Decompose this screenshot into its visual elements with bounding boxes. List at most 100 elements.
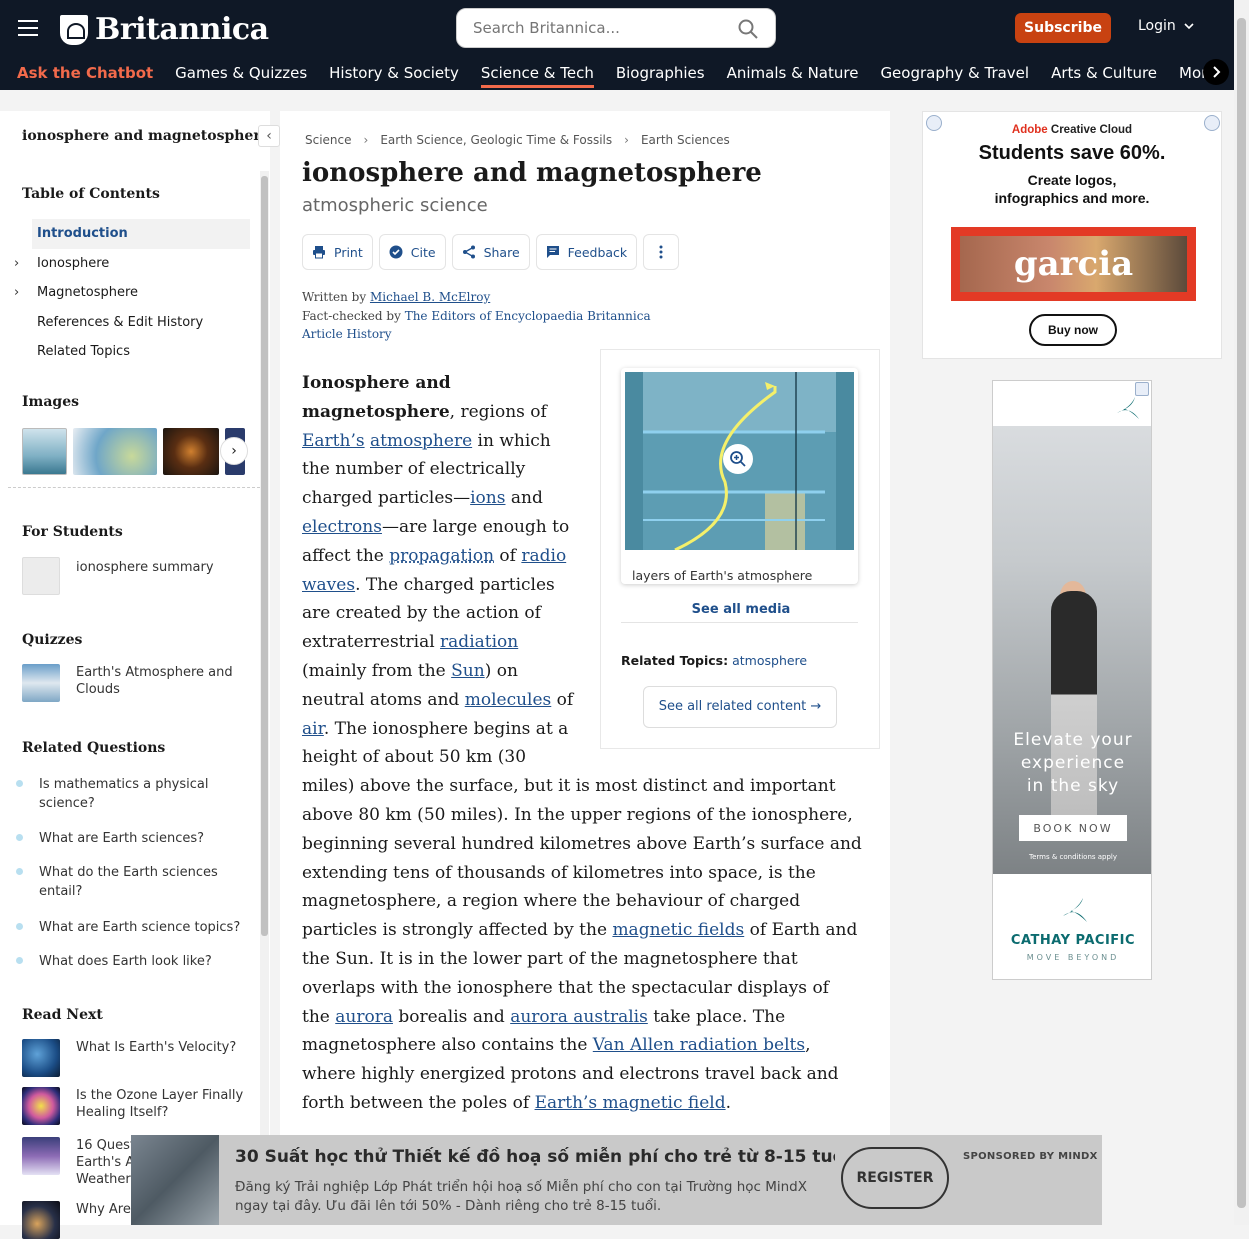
- toc-magnetosphere[interactable]: › Magnetosphere: [12, 278, 250, 308]
- toc-ionosphere[interactable]: › Ionosphere: [12, 249, 250, 279]
- ad-headline: 30 Suất học thử Thiết kế đồ hoạ số miễn …: [235, 1147, 835, 1167]
- media-box: layers of Earth's atmosphere See all med…: [600, 349, 880, 749]
- share-button[interactable]: Share: [452, 234, 530, 270]
- image-thumbnail-magnetosphere[interactable]: [73, 428, 157, 475]
- read-next-thumbnail: [22, 1039, 60, 1077]
- nav-history-society[interactable]: History & Society: [329, 58, 459, 88]
- link-air[interactable]: air: [302, 719, 324, 739]
- read-next-card-1[interactable]: What Is Earth's Velocity?: [22, 1039, 252, 1077]
- toc-introduction[interactable]: Introduction: [32, 219, 250, 249]
- register-button[interactable]: REGISTER: [841, 1147, 949, 1209]
- link-earths-magnetic-field[interactable]: Earth’s magnetic field: [535, 1093, 726, 1113]
- student-summary-card[interactable]: ionosphere summary: [22, 557, 252, 595]
- nav-biographies[interactable]: Biographies: [616, 58, 705, 88]
- link-van-allen-belts[interactable]: Van Allen radiation belts: [593, 1035, 805, 1055]
- breadcrumb-earth-sciences[interactable]: Earth Sciences: [641, 133, 730, 147]
- fact-checker-link[interactable]: The Editors of Encyclopaedia Britannica: [405, 309, 651, 323]
- for-students-heading: For Students: [22, 524, 123, 540]
- related-question-2[interactable]: What are Earth sciences?: [14, 829, 244, 848]
- search-input[interactable]: [473, 19, 733, 37]
- quizzes-heading: Quizzes: [22, 632, 82, 648]
- author-link[interactable]: Michael B. McElroy: [370, 290, 490, 304]
- article-actions: Print Cite Share Feedback: [302, 234, 679, 270]
- bottom-sponsored-ad[interactable]: 30 Suất học thử Thiết kế đồ hoạ số miễn …: [131, 1135, 1102, 1225]
- britannica-thistle-icon: [60, 15, 88, 45]
- see-all-media-link[interactable]: See all media: [601, 596, 881, 625]
- breadcrumb-separator-icon: ›: [624, 133, 629, 147]
- link-aurora[interactable]: aurora: [335, 1007, 393, 1027]
- quiz-card[interactable]: Earth's Atmosphere and Clouds: [22, 664, 252, 702]
- article-history-link[interactable]: Article History: [302, 327, 392, 341]
- read-next-card-2[interactable]: Is the Ozone Layer Finally Healing Itsel…: [22, 1087, 252, 1125]
- related-question-4[interactable]: What are Earth science topics?: [14, 918, 244, 937]
- nav-geography-travel[interactable]: Geography & Travel: [880, 58, 1029, 88]
- nav-scroll-right-button[interactable]: [1203, 59, 1229, 85]
- image-thumbnail-atmosphere[interactable]: [22, 428, 67, 475]
- book-now-button[interactable]: BOOK NOW: [1019, 815, 1127, 841]
- chevron-right-icon: ›: [231, 443, 237, 459]
- zoom-in-button[interactable]: [723, 444, 753, 474]
- subscribe-button[interactable]: Subscribe: [1015, 13, 1111, 43]
- nav-arts-culture[interactable]: Arts & Culture: [1051, 58, 1157, 88]
- search-box[interactable]: [456, 8, 776, 48]
- ad-choices-icon[interactable]: [1204, 115, 1220, 131]
- sponsor-label: SPONSORED BY MINDX: [963, 1151, 1098, 1162]
- zoom-in-icon: [729, 450, 747, 468]
- related-question-1[interactable]: Is mathematics a physical science?: [14, 775, 244, 813]
- nav-ask-chatbot[interactable]: Ask the Chatbot: [17, 58, 153, 88]
- nav-science-tech[interactable]: Science & Tech: [481, 58, 594, 88]
- link-radiation[interactable]: radiation: [440, 632, 518, 652]
- chevron-right-icon[interactable]: ›: [14, 256, 19, 271]
- sidebar-scrollbar[interactable]: [260, 171, 269, 1225]
- britannica-logo[interactable]: Britannica: [60, 12, 269, 47]
- link-earth[interactable]: Earth’s: [302, 431, 365, 451]
- related-questions-heading: Related Questions: [22, 740, 165, 756]
- ad-terms: Terms & conditions apply: [1029, 853, 1117, 861]
- feedback-button[interactable]: Feedback: [536, 234, 638, 270]
- link-propagation[interactable]: propagation: [389, 546, 494, 566]
- ad-choices-icon[interactable]: [926, 115, 942, 131]
- link-molecules[interactable]: molecules: [465, 690, 552, 710]
- cathay-pacific-ad[interactable]: Elevate your experience in the sky BOOK NO…: [992, 380, 1152, 980]
- adobe-ad[interactable]: Adobe Creative Cloud Students save 60%. …: [922, 111, 1222, 359]
- nav-games-quizzes[interactable]: Games & Quizzes: [175, 58, 307, 88]
- nav-animals-nature[interactable]: Animals & Nature: [727, 58, 859, 88]
- images-next-button[interactable]: ›: [220, 437, 248, 465]
- featured-figure[interactable]: layers of Earth's atmosphere: [621, 368, 858, 584]
- see-all-related-button[interactable]: See all related content →: [643, 686, 837, 728]
- breadcrumb-science[interactable]: Science: [305, 133, 352, 147]
- sidebar-scrollbar-thumb[interactable]: [261, 176, 268, 936]
- ad-choices-icon[interactable]: [1135, 382, 1149, 396]
- print-button[interactable]: Print: [302, 234, 373, 270]
- bullet-icon: [16, 780, 23, 787]
- link-aurora-australis[interactable]: aurora australis: [510, 1007, 648, 1027]
- collapse-sidebar-button[interactable]: ‹: [258, 125, 280, 147]
- breadcrumb: Science › Earth Science, Geologic Time &…: [305, 133, 730, 147]
- login-button[interactable]: Login: [1138, 18, 1194, 34]
- menu-icon[interactable]: [18, 20, 38, 36]
- image-thumbnail-aurora-lab[interactable]: [163, 428, 219, 475]
- cite-button[interactable]: Cite: [379, 234, 446, 270]
- breadcrumb-earth-science[interactable]: Earth Science, Geologic Time & Fossils: [380, 133, 612, 147]
- related-question-5[interactable]: What does Earth look like?: [14, 952, 244, 971]
- page-scrollbar-thumb[interactable]: [1237, 18, 1246, 1208]
- chevron-left-icon: ‹: [266, 128, 272, 144]
- buy-now-button[interactable]: Buy now: [1029, 314, 1117, 346]
- more-options-button[interactable]: [643, 234, 679, 270]
- related-topic-link[interactable]: atmosphere: [732, 653, 807, 668]
- toc-related-topics[interactable]: Related Topics: [12, 337, 250, 367]
- toc-references[interactable]: References & Edit History: [12, 308, 250, 338]
- page-scrollbar[interactable]: [1234, 0, 1249, 1225]
- divider: [8, 487, 260, 488]
- search-icon[interactable]: [737, 18, 759, 40]
- chevron-right-icon[interactable]: ›: [14, 285, 19, 300]
- link-ions[interactable]: ions: [470, 488, 505, 508]
- link-electrons[interactable]: electrons: [302, 517, 382, 537]
- bullet-icon: [16, 834, 23, 841]
- link-atmosphere[interactable]: atmosphere: [370, 431, 472, 451]
- link-magnetic-fields[interactable]: magnetic fields: [612, 920, 744, 940]
- image-thumbnails: [22, 428, 245, 475]
- cathay-brushwing-icon: [1061, 896, 1089, 926]
- link-sun[interactable]: Sun: [451, 661, 485, 681]
- related-question-3[interactable]: What do the Earth sciences entail?: [14, 863, 244, 901]
